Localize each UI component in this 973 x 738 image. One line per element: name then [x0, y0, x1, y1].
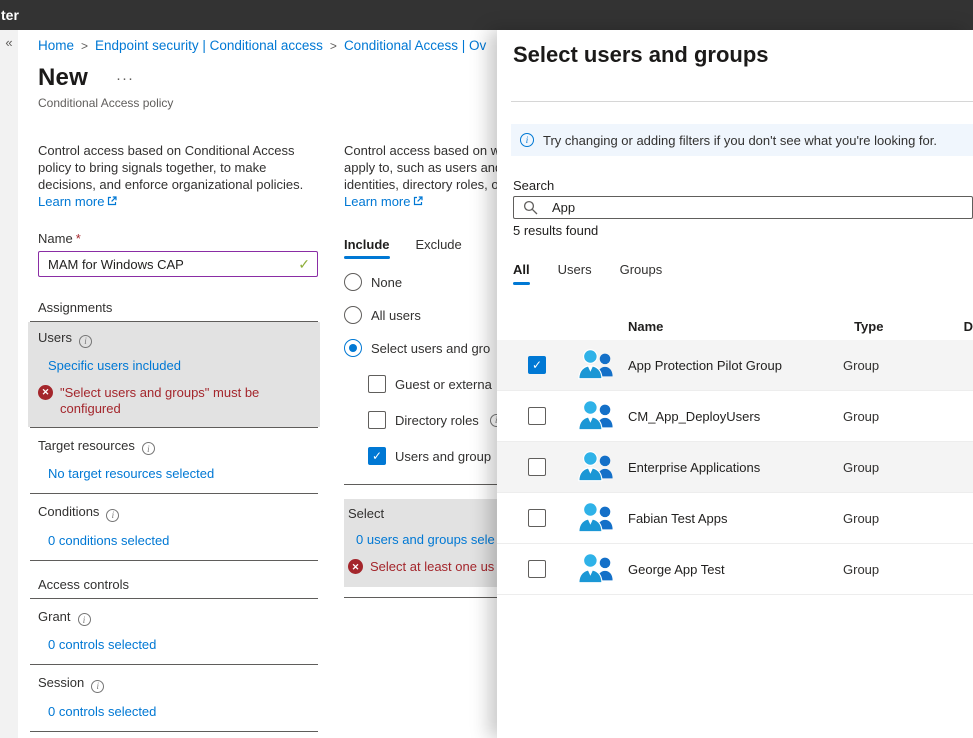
external-link-icon [413, 196, 423, 206]
table-row[interactable]: App Protection Pilot Group Group [497, 340, 973, 391]
breadcrumb-separator-icon [330, 39, 337, 53]
table-row[interactable]: CM_App_DeployUsers Group [497, 391, 973, 442]
row-checkbox[interactable] [528, 458, 546, 476]
top-app-bar: ter [0, 0, 973, 30]
table-row[interactable]: George App Test Group [497, 544, 973, 595]
checkbox[interactable] [368, 375, 386, 393]
panel-title: Select users and groups [513, 42, 973, 68]
tab-exclude[interactable]: Exclude [416, 237, 462, 259]
select-users-groups-panel: Select users and groups Try changing or … [497, 30, 973, 738]
learn-more-link[interactable]: Learn more [344, 194, 423, 209]
info-icon [106, 509, 119, 522]
table-row[interactable]: Fabian Test Apps Group [497, 493, 973, 544]
access-controls-heading: Access controls [38, 577, 318, 592]
session-label: Session [38, 675, 318, 693]
page-title: New [38, 64, 88, 92]
group-icon [578, 348, 616, 382]
assignments-heading: Assignments [38, 300, 318, 315]
divider [30, 427, 318, 428]
breadcrumb: Home Endpoint security | Conditional acce… [38, 38, 486, 53]
info-banner: Try changing or adding filters if you do… [511, 124, 973, 156]
policy-name-input[interactable] [38, 251, 318, 277]
search-label: Search [513, 178, 973, 193]
target-resources-label: Target resources [38, 438, 318, 456]
results-count: 5 results found [513, 223, 973, 238]
info-icon [78, 613, 91, 626]
required-asterisk: * [76, 231, 81, 246]
group-icon [578, 552, 616, 586]
column-header-type[interactable]: Type [854, 319, 964, 334]
sidebar-collapsed-rail [0, 30, 18, 738]
grant-link[interactable]: 0 controls selected [48, 637, 156, 652]
group-icon [578, 501, 616, 535]
breadcrumb-home[interactable]: Home [38, 38, 74, 53]
group-icon [578, 399, 616, 433]
tab-all[interactable]: All [513, 262, 530, 285]
valid-checkmark-icon [298, 256, 310, 273]
divider [30, 664, 318, 665]
radio-button[interactable] [344, 306, 362, 324]
conditions-label: Conditions [38, 504, 318, 522]
tab-include[interactable]: Include [344, 237, 390, 259]
page-subtitle: Conditional Access policy [38, 96, 173, 110]
breadcrumb-separator-icon [81, 39, 88, 53]
checkbox[interactable] [368, 447, 386, 465]
conditions-link[interactable]: 0 conditions selected [48, 533, 169, 548]
info-icon [142, 442, 155, 455]
row-checkbox[interactable] [528, 407, 546, 425]
policy-description: Control access based on Conditional Acce… [38, 142, 318, 210]
search-input[interactable] [513, 196, 973, 219]
column-header-details[interactable]: D [964, 319, 973, 334]
breadcrumb-conditional-access[interactable]: Conditional Access | Ov [344, 38, 486, 53]
more-options-button[interactable] [116, 70, 134, 87]
group-icon [578, 450, 616, 484]
error-icon [38, 385, 53, 400]
users-label: Users [38, 330, 310, 348]
info-icon [520, 133, 534, 147]
session-link[interactable]: 0 controls selected [48, 704, 156, 719]
row-checkbox[interactable] [528, 560, 546, 578]
divider [30, 598, 318, 599]
tab-users[interactable]: Users [558, 262, 592, 285]
users-groups-selected-link[interactable]: 0 users and groups sele [356, 532, 495, 547]
tab-groups[interactable]: Groups [620, 262, 663, 285]
divider [30, 560, 318, 561]
users-section[interactable]: Users Specific users included "Select us… [28, 322, 320, 427]
search-icon [523, 200, 538, 215]
breadcrumb-endpoint-security[interactable]: Endpoint security | Conditional access [95, 38, 323, 53]
app-title-fragment: ter [1, 7, 19, 23]
radio-button[interactable] [344, 273, 362, 291]
column-header-name[interactable]: Name [628, 319, 854, 334]
table-row[interactable]: Enterprise Applications Group [497, 442, 973, 493]
row-checkbox[interactable] [528, 356, 546, 374]
info-icon [91, 680, 104, 693]
row-checkbox[interactable] [528, 509, 546, 527]
info-icon [79, 335, 92, 348]
grant-label: Grant [38, 609, 318, 627]
collapse-sidebar-icon[interactable] [0, 35, 18, 50]
specific-users-included-link[interactable]: Specific users included [48, 358, 181, 373]
learn-more-link[interactable]: Learn more [38, 194, 117, 209]
error-icon [348, 559, 363, 574]
panel-tabs: All Users Groups [513, 262, 973, 285]
radio-button[interactable] [344, 339, 362, 357]
divider [30, 493, 318, 494]
checkbox[interactable] [368, 411, 386, 429]
name-field-label: Name* [38, 231, 318, 246]
table-header: Name Type D [497, 312, 973, 340]
divider [30, 731, 318, 732]
users-error: "Select users and groups" must beconfigu… [38, 385, 310, 417]
external-link-icon [107, 196, 117, 206]
divider [511, 101, 973, 102]
policy-form-column: Control access based on Conditional Acce… [38, 142, 318, 732]
target-resources-link[interactable]: No target resources selected [48, 466, 214, 481]
